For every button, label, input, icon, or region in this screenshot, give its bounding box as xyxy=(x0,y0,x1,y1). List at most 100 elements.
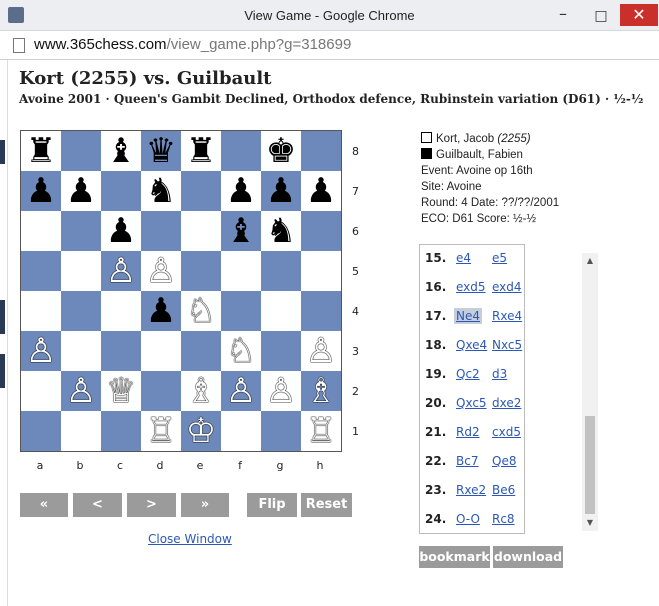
piece-white-f3[interactable]: ♘ xyxy=(226,331,256,371)
square-e2[interactable]: ♗ xyxy=(181,371,221,411)
white-move-link[interactable]: Qc2 xyxy=(456,367,480,381)
square-g3[interactable] xyxy=(261,331,301,371)
piece-black-f6[interactable]: ♝ xyxy=(226,211,256,251)
piece-black-d8[interactable]: ♛ xyxy=(146,131,176,171)
square-h4[interactable] xyxy=(301,291,341,331)
maximize-button[interactable]: □ xyxy=(586,6,616,26)
bookmark-button[interactable]: bookmark xyxy=(419,546,490,568)
square-g5[interactable] xyxy=(261,251,301,291)
piece-black-g7[interactable]: ♟ xyxy=(266,171,296,211)
piece-black-b7[interactable]: ♟ xyxy=(66,171,96,211)
square-a3[interactable]: ♙ xyxy=(21,331,61,371)
square-h7[interactable]: ♟ xyxy=(301,171,341,211)
black-move-link[interactable]: exd4 xyxy=(492,280,522,294)
piece-white-e1[interactable]: ♔ xyxy=(186,411,216,451)
square-e8[interactable]: ♜ xyxy=(181,131,221,171)
square-e3[interactable] xyxy=(181,331,221,371)
black-move-link[interactable]: d3 xyxy=(492,367,507,381)
square-b6[interactable] xyxy=(61,211,101,251)
piece-white-e2[interactable]: ♗ xyxy=(186,371,216,411)
square-g1[interactable] xyxy=(261,411,301,451)
square-g8[interactable]: ♚ xyxy=(261,131,301,171)
piece-white-c5[interactable]: ♙ xyxy=(106,251,136,291)
square-f7[interactable]: ♟ xyxy=(221,171,261,211)
first-move-button[interactable]: « xyxy=(20,493,68,517)
piece-black-d7[interactable]: ♞ xyxy=(146,171,176,211)
square-f5[interactable] xyxy=(221,251,261,291)
flip-button[interactable]: Flip xyxy=(247,493,297,517)
piece-white-h2[interactable]: ♗ xyxy=(306,371,336,411)
white-move-link[interactable]: e4 xyxy=(456,251,471,265)
square-h1[interactable]: ♖ xyxy=(301,411,341,451)
square-b3[interactable] xyxy=(61,331,101,371)
white-move-link[interactable]: Bc7 xyxy=(456,454,478,468)
piece-white-f2[interactable]: ♙ xyxy=(226,371,256,411)
url-text[interactable]: www.365chess.com/view_game.php?g=318699 xyxy=(34,36,351,53)
scroll-down-icon[interactable]: ▼ xyxy=(582,515,598,531)
square-b8[interactable] xyxy=(61,131,101,171)
piece-white-g2[interactable]: ♙ xyxy=(266,371,296,411)
piece-black-c6[interactable]: ♟ xyxy=(106,211,136,251)
close-button[interactable]: ✕ xyxy=(620,4,658,26)
black-move-link[interactable]: dxe2 xyxy=(492,396,521,410)
piece-white-d5[interactable]: ♙ xyxy=(146,251,176,291)
address-bar[interactable]: www.365chess.com/view_game.php?g=318699 xyxy=(0,31,659,60)
square-e5[interactable] xyxy=(181,251,221,291)
square-h6[interactable] xyxy=(301,211,341,251)
square-b2[interactable]: ♙ xyxy=(61,371,101,411)
black-move-link[interactable]: e5 xyxy=(492,251,507,265)
square-d6[interactable] xyxy=(141,211,181,251)
piece-black-a7[interactable]: ♟ xyxy=(26,171,56,211)
square-d3[interactable] xyxy=(141,331,181,371)
minimize-button[interactable]: – xyxy=(548,6,578,26)
black-move-link[interactable]: cxd5 xyxy=(492,425,521,439)
square-d8[interactable]: ♛ xyxy=(141,131,181,171)
piece-black-a8[interactable]: ♜ xyxy=(26,131,56,171)
square-e7[interactable] xyxy=(181,171,221,211)
white-move-link[interactable]: Rxe2 xyxy=(456,483,486,497)
piece-white-d1[interactable]: ♖ xyxy=(146,411,176,451)
white-move-link[interactable]: Qxe4 xyxy=(456,338,487,352)
square-a6[interactable] xyxy=(21,211,61,251)
square-f1[interactable] xyxy=(221,411,261,451)
square-a8[interactable]: ♜ xyxy=(21,131,61,171)
square-a1[interactable] xyxy=(21,411,61,451)
square-c8[interactable]: ♝ xyxy=(101,131,141,171)
black-move-link[interactable]: Rc8 xyxy=(492,512,515,526)
next-move-button[interactable]: > xyxy=(127,493,176,517)
chess-board[interactable]: ♜ ♝ ♛ ♜ ♚ ♟ ♟ ♞ ♟ ♟ ♟ ♟ ♝ ♞ ♙ ♙ ♟ ♘ ♙ ♘ ♙ ♙ ♕ ♗ ♙ ♙ ♗ ♖ ♔ ♖ xyxy=(20,130,342,452)
piece-black-c8[interactable]: ♝ xyxy=(106,131,136,171)
black-move-link[interactable]: Rxe4 xyxy=(492,309,522,323)
piece-black-g6[interactable]: ♞ xyxy=(266,211,296,251)
square-d7[interactable]: ♞ xyxy=(141,171,181,211)
square-b5[interactable] xyxy=(61,251,101,291)
square-c3[interactable] xyxy=(101,331,141,371)
square-f2[interactable]: ♙ xyxy=(221,371,261,411)
prev-move-button[interactable]: < xyxy=(73,493,122,517)
square-h8[interactable] xyxy=(301,131,341,171)
square-a5[interactable] xyxy=(21,251,61,291)
square-c7[interactable] xyxy=(101,171,141,211)
square-f3[interactable]: ♘ xyxy=(221,331,261,371)
square-f4[interactable] xyxy=(221,291,261,331)
square-e6[interactable] xyxy=(181,211,221,251)
piece-black-f7[interactable]: ♟ xyxy=(226,171,256,211)
square-d5[interactable]: ♙ xyxy=(141,251,181,291)
square-g6[interactable]: ♞ xyxy=(261,211,301,251)
moves-list[interactable]: 15. e4 e5 16. exd5 exd4 17. Ne4 Rxe4 18. Qxe4 Nxc5 1… xyxy=(419,244,525,534)
white-move-link[interactable]: Qxc5 xyxy=(456,396,487,410)
piece-white-h1[interactable]: ♖ xyxy=(306,411,336,451)
scroll-thumb[interactable] xyxy=(585,416,595,514)
piece-white-e4[interactable]: ♘ xyxy=(186,291,216,331)
white-move-link[interactable]: Ne4 xyxy=(454,308,482,324)
black-move-link[interactable]: Be6 xyxy=(492,483,515,497)
square-a2[interactable] xyxy=(21,371,61,411)
white-move-link[interactable]: O-O xyxy=(456,512,480,526)
square-h5[interactable] xyxy=(301,251,341,291)
last-move-button[interactable]: » xyxy=(181,493,229,517)
piece-white-a3[interactable]: ♙ xyxy=(26,331,56,371)
download-button[interactable]: download xyxy=(493,546,563,568)
white-move-link[interactable]: Rd2 xyxy=(456,425,480,439)
square-e1[interactable]: ♔ xyxy=(181,411,221,451)
piece-black-d4[interactable]: ♟ xyxy=(146,291,176,331)
